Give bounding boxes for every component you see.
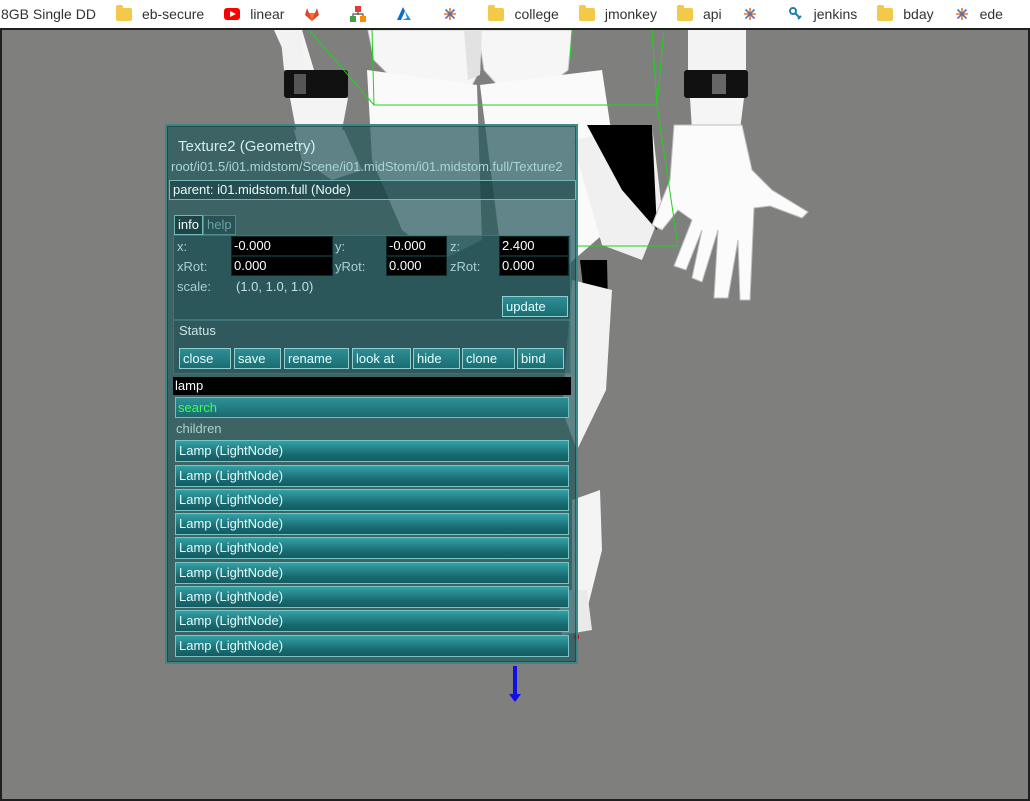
gitlab-icon [304, 6, 320, 22]
search-button[interactable]: search [175, 397, 569, 418]
rename-button[interactable]: rename [284, 348, 349, 369]
look-at-button[interactable]: look at [352, 348, 411, 369]
node-path: root/i01.5/i01.midstom/Scene/i01.midStom… [171, 159, 563, 174]
bookmark-jenkins[interactable]: jenkins [776, 0, 866, 28]
folder-icon [488, 4, 505, 22]
status-label: Status [179, 323, 216, 338]
update-button[interactable]: update [502, 296, 568, 317]
scale-label: scale: [177, 279, 211, 294]
zrot-label: zRot: [450, 259, 481, 274]
tab-help[interactable]: help [203, 215, 236, 235]
y-input[interactable]: -0.000 [386, 236, 447, 256]
bookmark-tableau-2[interactable] [730, 0, 776, 28]
folder-icon [877, 4, 894, 22]
x-label: x: [177, 239, 188, 254]
parent-node-link[interactable]: parent: i01.midstom.full (Node) [169, 180, 576, 200]
child-node-item[interactable]: Lamp (LightNode) [175, 440, 569, 462]
panel-title: Texture2 (Geometry) [178, 138, 316, 155]
bookmark-gitlab[interactable] [292, 0, 338, 28]
3d-viewport[interactable]: Texture2 (Geometry) root/i01.5/i01.midst… [0, 28, 1030, 801]
xrot-label: xRot: [177, 259, 208, 274]
tableau-icon [742, 6, 758, 22]
yrot-input[interactable]: 0.000 [386, 256, 447, 276]
bookmark-ede[interactable]: ede [942, 0, 1011, 28]
child-node-item[interactable]: Lamp (LightNode) [175, 562, 569, 584]
bookmark-label: jenkins [813, 6, 858, 22]
child-node-item[interactable]: Lamp (LightNode) [175, 586, 569, 608]
bookmark-bday[interactable]: bday [865, 0, 941, 28]
y-label: y: [335, 239, 346, 254]
child-node-item[interactable]: Lamp (LightNode) [175, 537, 569, 559]
bookmark-label: api [702, 6, 722, 22]
scene-explorer-panel: Texture2 (Geometry) root/i01.5/i01.midst… [165, 124, 578, 664]
folder-icon [115, 4, 132, 22]
bookmark-label: jmonkey [604, 6, 657, 22]
child-node-item[interactable]: Lamp (LightNode) [175, 610, 569, 632]
zrot-input[interactable]: 0.000 [499, 256, 569, 276]
youtube-icon [224, 6, 241, 22]
bookmarks-bar: 8GB Single DD eb-secure linear college j… [0, 0, 1030, 28]
git-graph-icon [350, 6, 367, 22]
bookmark-jmonkey[interactable]: jmonkey [567, 0, 665, 28]
bookmark-git-graph[interactable] [338, 0, 384, 28]
child-node-item[interactable]: Lamp (LightNode) [175, 489, 569, 511]
scale-value: (1.0, 1.0, 1.0) [236, 279, 314, 294]
clone-button[interactable]: clone [462, 348, 515, 369]
save-button[interactable]: save [234, 348, 281, 369]
tableau-icon [442, 6, 458, 22]
folder-icon [578, 4, 595, 22]
bookmark-linear[interactable]: linear [212, 0, 292, 28]
bookmark-label: college [514, 6, 559, 22]
child-node-item[interactable]: Lamp (LightNode) [175, 635, 569, 657]
bookmark-label: bday [903, 6, 934, 22]
z-input[interactable]: 2.400 [499, 236, 569, 256]
yrot-label: yRot: [335, 259, 366, 274]
bookmark-label: 8GB Single DD [1, 6, 96, 22]
bookmark-tableau-1[interactable] [430, 0, 476, 28]
child-node-item[interactable]: Lamp (LightNode) [175, 465, 569, 487]
hide-button[interactable]: hide [413, 348, 460, 369]
jenkins-icon [788, 6, 804, 22]
bookmark-api[interactable]: api [665, 0, 730, 28]
filter-input[interactable]: lamp [173, 377, 571, 395]
tableau-icon [954, 6, 970, 22]
child-node-item[interactable]: Lamp (LightNode) [175, 513, 569, 535]
close-button[interactable]: close [179, 348, 231, 369]
bookmark-8gb-single[interactable]: 8GB Single DD [0, 0, 104, 28]
bookmark-college[interactable]: college [476, 0, 566, 28]
bookmark-azure[interactable] [384, 0, 430, 28]
tab-info[interactable]: info [174, 215, 203, 235]
folder-icon [676, 4, 693, 22]
z-label: z: [450, 239, 461, 254]
xrot-input[interactable]: 0.000 [231, 256, 333, 276]
bind-button[interactable]: bind [517, 348, 564, 369]
azure-icon [396, 6, 412, 22]
bookmark-label: ede [979, 6, 1003, 22]
x-input[interactable]: -0.000 [231, 236, 333, 256]
bookmark-eb-secure[interactable]: eb-secure [104, 0, 212, 28]
bookmark-label: linear [250, 6, 285, 22]
bookmark-label: eb-secure [141, 6, 205, 22]
children-label: children [176, 421, 222, 436]
